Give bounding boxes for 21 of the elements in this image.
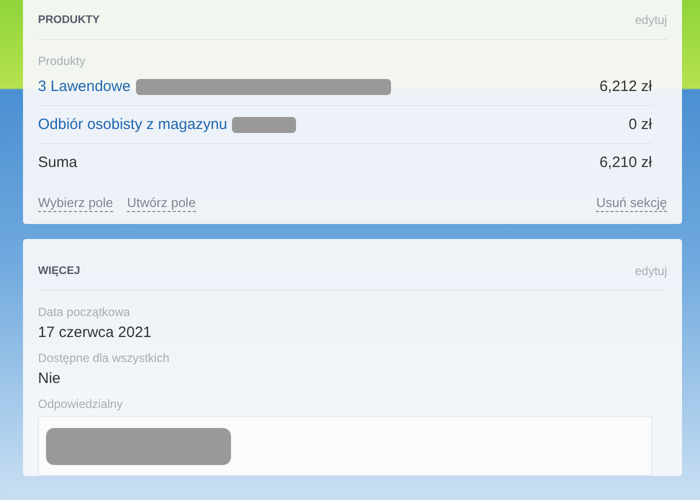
edit-link[interactable]: edytuj [634, 12, 667, 26]
field-label: Produkty [38, 54, 86, 68]
product-amount: 6,212 zł [599, 78, 652, 95]
product-link[interactable]: 3 Lawendowe [38, 78, 131, 95]
product-link[interactable]: Odbiór osobisty z magazynu [38, 116, 228, 133]
total-amount: 6,210 zł [599, 154, 652, 171]
field-value: Nie [38, 370, 62, 387]
section-title: WIĘCEJ [38, 264, 80, 276]
section-title: PRODUKTY [38, 14, 100, 26]
field-action-link[interactable]: Utwórz pole [127, 195, 196, 212]
edit-link[interactable]: edytuj [634, 264, 667, 278]
field-label: Dostępne dla wszystkich [38, 351, 170, 365]
remove-section-link[interactable]: Usuń sekcję [596, 195, 667, 212]
redaction-block [232, 116, 296, 132]
field-label: Data początkowa [38, 305, 132, 319]
field-label: Odpowiedzialny [38, 397, 124, 411]
person-field[interactable] [38, 416, 652, 476]
field-value: 17 czerwca 2021 [38, 324, 152, 341]
product-amount: 0 zł [628, 116, 652, 133]
field-action-link[interactable]: Wybierz pole [38, 195, 114, 212]
total-label: Suma [38, 154, 78, 171]
